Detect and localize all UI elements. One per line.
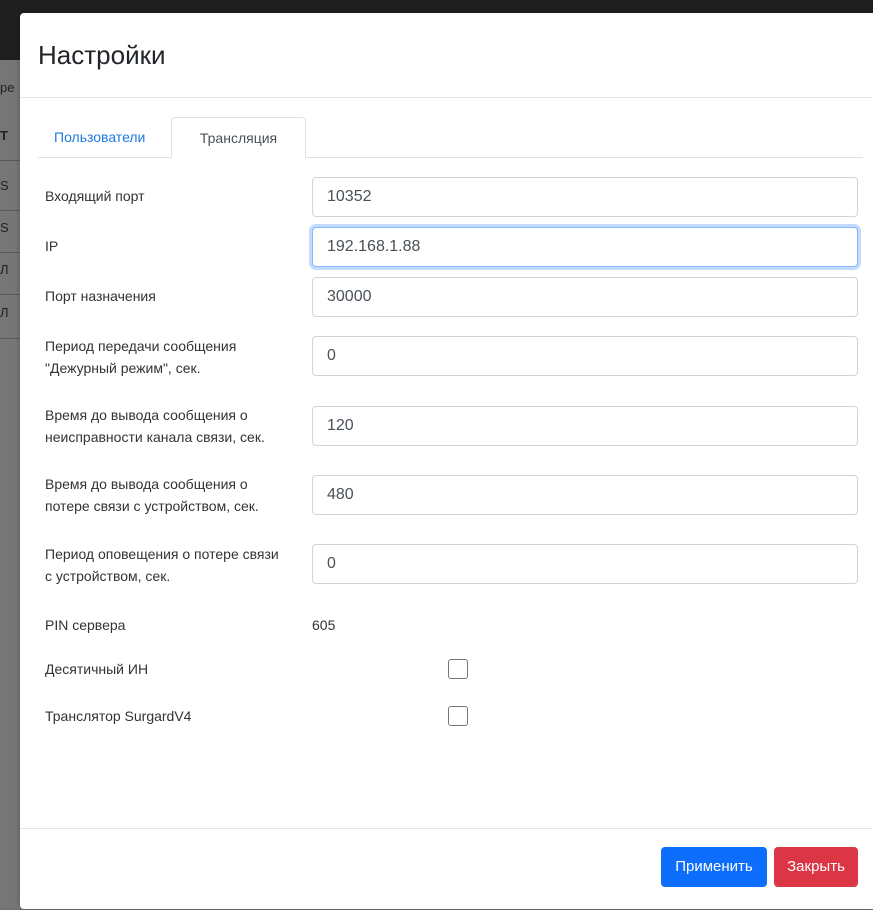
dest-port-label: Порт назначения <box>45 288 156 304</box>
tab-stream[interactable]: Трансляция <box>171 117 306 158</box>
background-text: Т <box>0 128 8 143</box>
channel-fault-time-label-line1: Время до вывода сообщения о <box>45 407 248 423</box>
background-divider <box>0 160 22 161</box>
background-divider <box>0 210 22 211</box>
channel-fault-time-input[interactable] <box>312 406 858 446</box>
ip-label: IP <box>45 238 59 254</box>
server-pin-label: PIN сервера <box>45 617 126 633</box>
loss-notify-period-input[interactable] <box>312 544 858 584</box>
settings-modal: Настройки Пользователи Трансляция Входящ… <box>20 13 873 909</box>
server-pin-value: 605 <box>312 617 336 633</box>
loss-notify-period-label-line1: Период оповещения о потере связи <box>45 546 279 562</box>
loss-notify-period-label: Период оповещения о потере связи с устро… <box>45 543 279 587</box>
background-divider <box>0 252 22 253</box>
duty-period-input[interactable] <box>312 336 858 376</box>
background-text: Л <box>0 262 9 277</box>
background-text: Л <box>0 305 9 320</box>
surgard-label: Транслятор SurgardV4 <box>45 708 192 724</box>
decimal-id-label: Десятичный ИН <box>45 661 149 677</box>
background-divider <box>0 338 22 339</box>
tab-bar: Пользователи Трансляция <box>38 117 863 158</box>
connection-loss-time-label: Время до вывода сообщения о потере связи… <box>45 473 259 517</box>
incoming-port-label: Входящий порт <box>45 188 145 204</box>
connection-loss-time-label-line2: потере связи с устройством, сек. <box>45 498 259 514</box>
modal-header: Настройки <box>20 13 873 98</box>
background-text: S <box>0 178 9 193</box>
background-divider <box>0 294 22 295</box>
loss-notify-period-label-line2: с устройством, сек. <box>45 568 171 584</box>
duty-period-label-line1: Период передачи сообщения <box>45 338 237 354</box>
ip-input[interactable] <box>312 227 858 267</box>
duty-period-label-line2: "Дежурный режим", сек. <box>45 360 201 376</box>
close-button[interactable]: Закрыть <box>774 847 858 887</box>
dest-port-input[interactable] <box>312 277 858 317</box>
connection-loss-time-input[interactable] <box>312 475 858 515</box>
channel-fault-time-label: Время до вывода сообщения о неисправност… <box>45 404 265 448</box>
background-text: ре <box>0 80 15 95</box>
decimal-id-checkbox[interactable] <box>448 659 468 679</box>
background-text: S <box>0 220 9 235</box>
incoming-port-input[interactable] <box>312 177 858 217</box>
modal-title: Настройки <box>38 40 166 70</box>
tab-users[interactable]: Пользователи <box>38 117 161 157</box>
duty-period-label: Период передачи сообщения "Дежурный режи… <box>45 335 236 379</box>
channel-fault-time-label-line2: неисправности канала связи, сек. <box>45 429 265 445</box>
surgard-checkbox[interactable] <box>448 706 468 726</box>
apply-button[interactable]: Применить <box>661 847 767 887</box>
connection-loss-time-label-line1: Время до вывода сообщения о <box>45 476 248 492</box>
